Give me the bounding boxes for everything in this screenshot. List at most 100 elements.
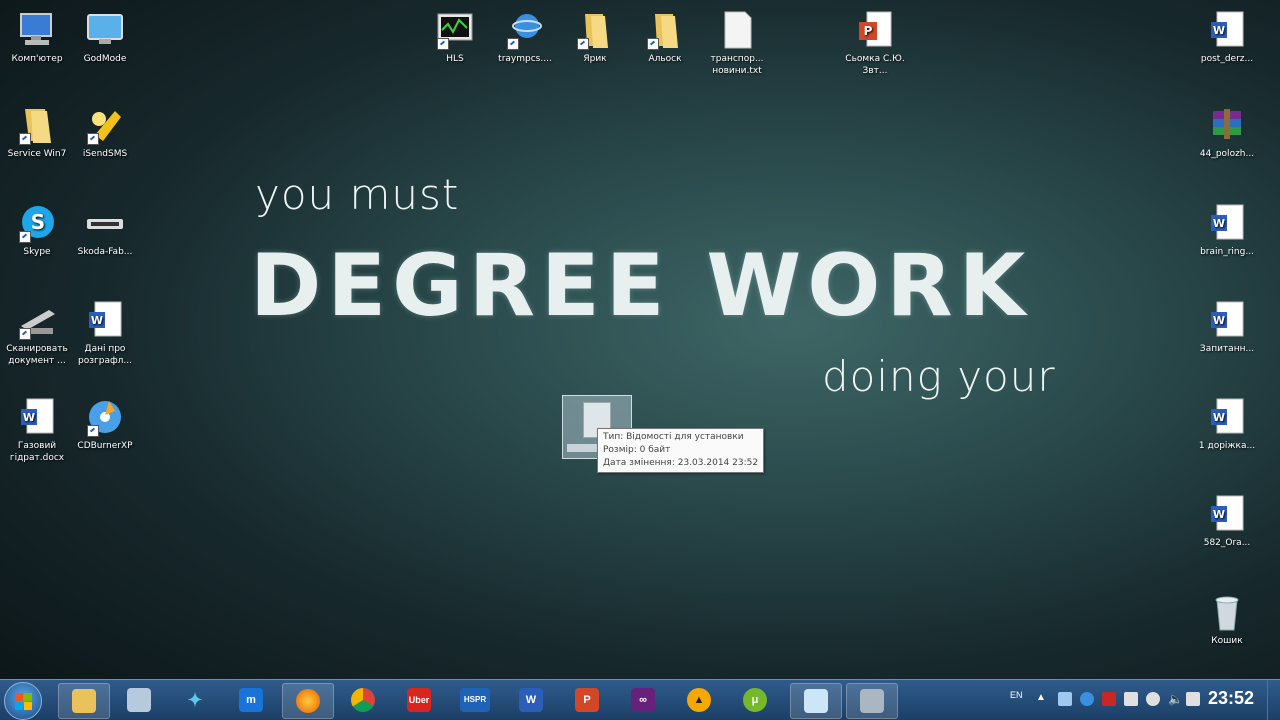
desktop-icon-post-derz[interactable]: W post_derz... <box>1190 10 1264 65</box>
desktop-icon-folder-yaryk[interactable]: Ярик <box>558 10 632 65</box>
desktop-icon-computer[interactable]: Комп'ютер <box>0 10 74 65</box>
taskbar-explorer-button[interactable] <box>58 683 110 719</box>
desktop-icon-skoda-fab[interactable]: Skoda-Fab... <box>68 203 142 258</box>
svg-text:W: W <box>23 411 35 424</box>
desktop-icon-label: Skoda-Fab... <box>77 247 133 257</box>
desktop-icon-dorizhka[interactable]: W 1 доріжка... <box>1190 397 1264 452</box>
desktop-icon-recycle-bin[interactable]: Кошик <box>1190 592 1264 647</box>
chrome-icon <box>351 688 375 712</box>
shortcut-arrow-icon <box>507 38 519 50</box>
shortcut-arrow-icon <box>577 38 589 50</box>
folder-icon <box>575 10 615 50</box>
desktop-icon-label: CDBurnerXP <box>77 441 133 451</box>
shortcut-arrow-icon <box>647 38 659 50</box>
svg-text:W: W <box>1213 217 1225 230</box>
desktop-icon-label: Service Win7 <box>7 149 67 159</box>
taskbar-word-button[interactable]: W <box>506 683 556 717</box>
show-desktop-button[interactable] <box>1267 680 1280 720</box>
tray-network-icon[interactable] <box>1080 692 1094 706</box>
tooltip-type: Тип: Відомості для установки <box>603 432 744 442</box>
taskbar-paint-button[interactable] <box>114 683 164 717</box>
desktop-icon-hls[interactable]: HLS <box>418 10 492 65</box>
desktop-icon-label: Сканировать документ ... <box>6 344 68 366</box>
word-icon: W <box>519 688 543 712</box>
shortcut-arrow-icon <box>87 425 99 437</box>
language-indicator[interactable]: EN <box>1010 690 1023 700</box>
desktop-icon-label: HLS <box>446 54 464 64</box>
winrar-icon <box>1207 105 1247 145</box>
network-icon <box>505 10 545 50</box>
skype-icon: S <box>17 203 57 243</box>
tray-antivirus-icon[interactable] <box>1102 692 1116 706</box>
word-doc-icon: W <box>1207 300 1247 340</box>
shortcut-arrow-icon <box>19 133 31 145</box>
desktop-icon-traympcs[interactable]: traympcs.... <box>488 10 562 65</box>
svg-text:W: W <box>1213 314 1225 327</box>
desktop-icon-label: Сьомка С.Ю. Звт... <box>845 54 905 76</box>
taskbar-chrome-button[interactable] <box>338 683 388 717</box>
desktop-icon-label: 1 доріжка... <box>1198 441 1256 451</box>
shortcut-arrow-icon <box>19 231 31 243</box>
desktop-icon-gas-hydrate-doc[interactable]: W Газовий гідрат.docx <box>0 397 74 464</box>
tray-sync-icon[interactable] <box>1146 692 1160 706</box>
taskbar-uber-app-button[interactable]: Uber <box>394 683 444 717</box>
taskbar-aimp-button[interactable]: ▲ <box>674 683 724 717</box>
taskbar-clock[interactable]: 23:52 <box>1208 688 1254 709</box>
tray-power-icon[interactable] <box>1186 692 1200 706</box>
aimp-icon: ▲ <box>687 688 711 712</box>
taskbar-firefox-button[interactable] <box>282 683 334 719</box>
taskbar-hspr-app-button[interactable]: HSPR <box>450 683 500 717</box>
wallpaper-text-degree-work: DEGREE WORK <box>250 236 1032 336</box>
desktop-icon-presentation[interactable]: P Сьомка С.Ю. Звт... <box>838 10 912 77</box>
desktop-icon-label: post_derz... <box>1200 54 1254 64</box>
volume-icon[interactable]: 🔈 <box>1168 692 1183 706</box>
taskbar-remote-desktop-button[interactable] <box>790 683 842 719</box>
desktop-icon-skype[interactable]: S Skype <box>0 203 74 258</box>
desktop-icon-zapytannya[interactable]: W Запитанн... <box>1190 300 1264 355</box>
folder-icon <box>17 105 57 145</box>
desktop-icon-service-win7[interactable]: Service Win7 <box>0 105 74 160</box>
desktop-icon-label: транспор... новини.txt <box>710 54 764 76</box>
desktop-icon-godmode[interactable]: GodMode <box>68 10 142 65</box>
desktop-icon-582-ora[interactable]: W 582_Ora... <box>1190 494 1264 549</box>
tray-update-icon[interactable] <box>1124 692 1138 706</box>
desktop-icon-label: traympcs.... <box>498 54 552 64</box>
taskbar-utorrent-button[interactable]: μ <box>730 683 780 717</box>
desktop-icon-label: iSendSMS <box>82 149 128 159</box>
utorrent-icon: μ <box>743 688 767 712</box>
desktop-icon-cdburnerxp[interactable]: CDBurnerXP <box>68 397 142 452</box>
word-doc-icon: W <box>85 300 125 340</box>
taskbar-maxthon-button[interactable]: m <box>226 683 276 717</box>
taskbar-powerpoint-button[interactable]: P <box>562 683 612 717</box>
tray-app-icon[interactable] <box>1058 692 1072 706</box>
desktop-icon-label: Ярик <box>583 54 607 64</box>
shortcut-arrow-icon <box>19 328 31 340</box>
show-hidden-icons-icon[interactable]: ▲ <box>1036 692 1050 706</box>
desktop-icon-label: Кошик <box>1211 636 1243 646</box>
scanner-icon <box>17 300 57 340</box>
desktop-icon-label: Запитанн... <box>1199 344 1255 354</box>
taskbar-bird-app-button[interactable]: ✦ <box>170 683 220 717</box>
desktop-icon-label: GodMode <box>83 54 127 64</box>
taskbar-visual-studio-button[interactable]: ∞ <box>618 683 668 717</box>
desktop-icon-label: Комп'ютер <box>11 54 63 64</box>
start-button[interactable] <box>4 682 42 720</box>
desktop-icon-44-polozh[interactable]: 44_polozh... <box>1190 105 1264 160</box>
desktop-icon-word-doc[interactable]: W Дані про розграфл... <box>68 300 142 367</box>
svg-text:P: P <box>864 24 873 38</box>
computer-icon <box>17 10 57 50</box>
word-doc-icon: W <box>1207 203 1247 243</box>
desktop-icon-brain-ring[interactable]: W brain_ring... <box>1190 203 1264 258</box>
svg-text:S: S <box>31 210 45 234</box>
device-icon <box>85 203 125 243</box>
shortcut-arrow-icon <box>87 133 99 145</box>
desktop-icon-folder-alyosk[interactable]: Альоск <box>628 10 702 65</box>
desktop-icon-isendsms[interactable]: iSendSMS <box>68 105 142 160</box>
taskbar-scanner-button[interactable] <box>846 683 898 719</box>
desktop-icon-label: Дані про розграфл... <box>78 344 132 366</box>
desktop-icon-scan-document[interactable]: Сканировать документ ... <box>0 300 74 367</box>
desktop-icon-transport-news[interactable]: транспор... новини.txt <box>700 10 774 77</box>
powerpoint-icon: P <box>575 688 599 712</box>
shortcut-arrow-icon <box>437 38 449 50</box>
word-doc-icon: W <box>1207 494 1247 534</box>
